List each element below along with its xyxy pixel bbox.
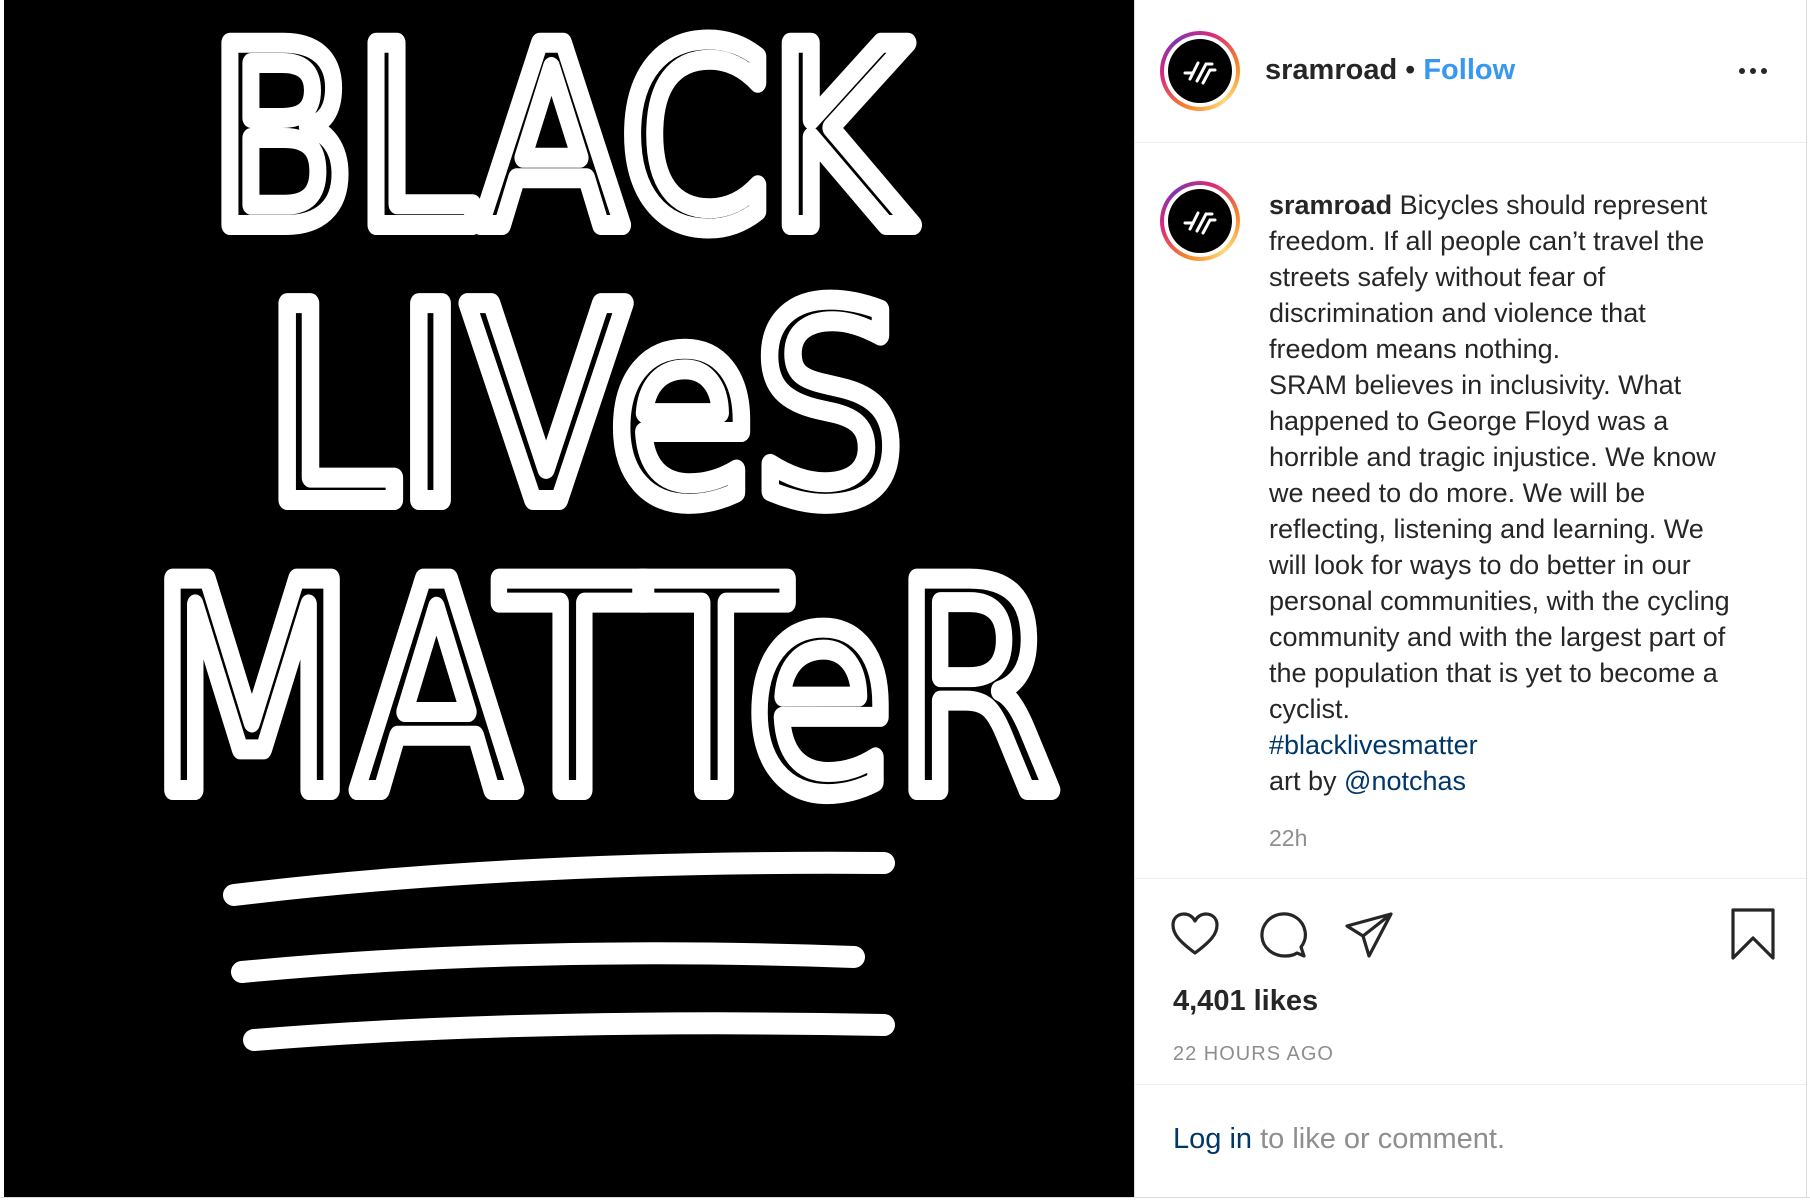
caption-time[interactable]: 22h [1269,825,1307,852]
underline-stroke [243,1012,895,1051]
separator-dot: • [1405,54,1416,86]
login-link[interactable]: Log in [1173,1123,1252,1155]
caption-line: happened to George Floyd was a [1269,406,1669,436]
caption-line: freedom. If all people can’t travel the [1269,226,1705,256]
like-count[interactable]: 4,401 likes [1173,985,1318,1018]
underline-stroke [231,942,865,983]
story-ring[interactable] [1160,31,1240,111]
artwork-line-3: MATTeR [149,522,1059,859]
action-bar: 4,401 likes 22 HOURS AGO [1135,879,1806,1085]
caption-line: discrimination and violence that [1269,298,1646,328]
artwork-line-1: BLACK [209,0,914,284]
post-timestamp[interactable]: 22 HOURS AGO [1173,1043,1334,1066]
hashtag-link[interactable]: #blacklivesmatter [1269,730,1478,760]
caption-line: will look for ways to do better in our [1269,550,1691,580]
bookmark-icon [1731,908,1775,960]
caption-line: the population that is yet to become a [1269,658,1718,688]
header-user-line: sramroad • Follow [1265,52,1515,88]
caption-line: streets safely without fear of [1269,262,1606,292]
share-button[interactable] [1343,909,1395,961]
save-button[interactable] [1729,907,1777,961]
header-username[interactable]: sramroad [1265,54,1397,86]
login-suffix: to like or comment. [1260,1123,1506,1155]
underline-stroke [223,851,895,906]
divider [0,1197,1810,1198]
caption-section: sramroad Bicycles should represent freed… [1135,143,1806,879]
caption-line: community and with the largest part of [1269,622,1726,652]
comment-icon [1260,912,1307,958]
more-options-button[interactable] [1725,52,1781,88]
black-lives-matter-artwork: BLACK LIVeS MATTeR [139,0,1069,1051]
caption-line: cyclist. [1269,694,1350,724]
post-header: sramroad • Follow [1135,0,1806,143]
comment-button[interactable] [1257,909,1309,961]
post-sidebar: sramroad • Follow sramroad Bicycles shou… [1135,0,1806,1197]
paper-plane-icon [1345,912,1393,958]
avatar[interactable] [1168,39,1232,103]
caption-line: reflecting, listening and learning. We [1269,514,1704,544]
login-prompt: Log in to like or comment. [1173,1123,1505,1156]
sram-logo-icon [1183,211,1217,235]
caption-line: Bicycles should represent [1399,190,1708,220]
divider [1806,0,1807,1197]
caption-line: we need to do more. We will be [1269,478,1646,508]
like-button[interactable] [1169,909,1221,961]
follow-button[interactable]: Follow [1423,54,1515,86]
caption-avatar[interactable] [1168,189,1232,253]
credit-prefix: art by [1269,766,1337,796]
artwork-line-2: LIVeS [264,249,904,564]
caption-line: SRAM believes in inclusivity. What [1269,370,1682,400]
caption-username[interactable]: sramroad [1269,190,1392,220]
caption-line: horrible and tragic injustice. We know [1269,442,1716,472]
caption-line: freedom means nothing. [1269,334,1561,364]
caption-story-ring[interactable] [1160,181,1240,261]
instagram-post: BLACK LIVeS MATTeR sramroad • Follow sra… [0,0,1810,1202]
sram-logo-icon [1183,61,1217,85]
credit-handle-link[interactable]: @notchas [1344,766,1466,796]
post-image[interactable]: BLACK LIVeS MATTeR [4,0,1134,1197]
caption-line: personal communities, with the cycling [1269,586,1730,616]
heart-icon [1171,912,1219,955]
caption-text: sramroad Bicycles should represent freed… [1269,187,1784,799]
more-horizontal-icon [1739,68,1745,74]
